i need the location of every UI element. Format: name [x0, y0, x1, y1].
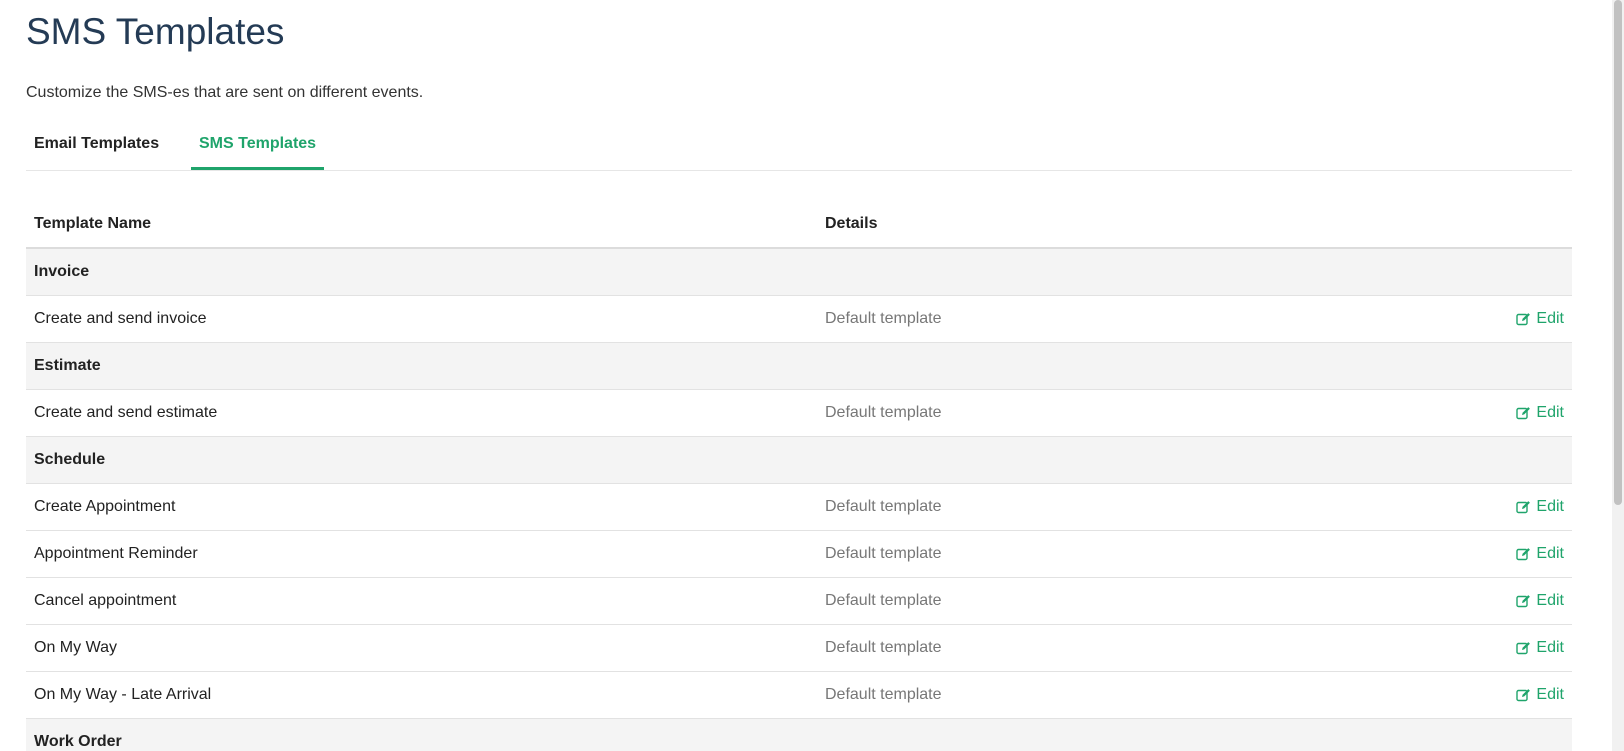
table-row: Create and send estimate Default template… — [26, 390, 1572, 437]
group-label: Invoice — [34, 263, 90, 280]
edit-button[interactable]: Edit — [1516, 578, 1564, 624]
template-name: Cancel appointment — [34, 592, 177, 609]
template-name: Create Appointment — [34, 498, 176, 515]
edit-icon — [1516, 688, 1531, 702]
template-details: Default template — [825, 639, 942, 656]
template-name: Create and send estimate — [34, 404, 218, 421]
edit-button[interactable]: Edit — [1516, 672, 1564, 718]
edit-icon — [1516, 547, 1531, 561]
edit-icon — [1516, 641, 1531, 655]
edit-label: Edit — [1536, 639, 1564, 656]
template-name: Create and send invoice — [34, 310, 207, 327]
table-row: Create and send invoice Default template E… — [26, 296, 1572, 343]
edit-label: Edit — [1536, 310, 1564, 327]
edit-label: Edit — [1536, 404, 1564, 421]
edit-label: Edit — [1536, 686, 1564, 703]
edit-label: Edit — [1536, 592, 1564, 609]
edit-button[interactable]: Edit — [1516, 531, 1564, 577]
table-group-row: Work Order — [26, 719, 1572, 751]
table-row: Appointment Reminder Default template Edit — [26, 531, 1572, 578]
template-name: On My Way - Late Arrival — [34, 686, 212, 703]
edit-icon — [1516, 406, 1531, 420]
table-group-row: Estimate — [26, 343, 1572, 390]
page-scrollbar[interactable] — [1612, 0, 1624, 751]
template-details: Default template — [825, 498, 942, 515]
edit-button[interactable]: Edit — [1516, 625, 1564, 671]
table-row: Create Appointment Default template Edit — [26, 484, 1572, 531]
group-label: Work Order — [34, 733, 122, 750]
page-subtitle: Customize the SMS-es that are sent on di… — [26, 84, 424, 101]
table-header: Template Name Details — [26, 200, 1572, 249]
group-label: Estimate — [34, 357, 101, 374]
template-name: Appointment Reminder — [34, 545, 198, 562]
table-group-row: Invoice — [26, 249, 1572, 296]
group-label: Schedule — [34, 451, 106, 468]
edit-label: Edit — [1536, 545, 1564, 562]
template-name: On My Way — [34, 639, 117, 656]
edit-icon — [1516, 594, 1531, 608]
template-details: Default template — [825, 545, 942, 562]
table-row: On My Way - Late Arrival Default template… — [26, 672, 1572, 719]
template-details: Default template — [825, 592, 942, 609]
table-body: Invoice Create and send invoice Default te… — [26, 249, 1572, 751]
edit-label: Edit — [1536, 498, 1564, 515]
edit-button[interactable]: Edit — [1516, 484, 1564, 530]
table-row: Cancel appointment Default template Edit — [26, 578, 1572, 625]
template-tabs: Email Templates SMS Templates — [26, 126, 1572, 171]
template-details: Default template — [825, 404, 942, 421]
edit-icon — [1516, 500, 1531, 514]
table-row: On My Way Default template Edit — [26, 625, 1572, 672]
templates-table: Template Name Details Invoice Create and … — [26, 200, 1572, 751]
edit-icon — [1516, 312, 1531, 326]
tab-email-templates[interactable]: Email Templates — [26, 126, 167, 168]
sms-templates-page: SMS Templates Customize the SMS-es that … — [0, 0, 1606, 751]
page-title: SMS Templates — [26, 11, 285, 52]
column-header-details: Details — [825, 215, 878, 232]
column-header-template-name: Template Name — [34, 215, 152, 232]
template-details: Default template — [825, 686, 942, 703]
template-details: Default template — [825, 310, 942, 327]
edit-button[interactable]: Edit — [1516, 390, 1564, 436]
scrollbar-thumb[interactable] — [1614, 0, 1622, 505]
tab-sms-templates[interactable]: SMS Templates — [191, 126, 325, 170]
table-group-row: Schedule — [26, 437, 1572, 484]
edit-button[interactable]: Edit — [1516, 296, 1564, 342]
